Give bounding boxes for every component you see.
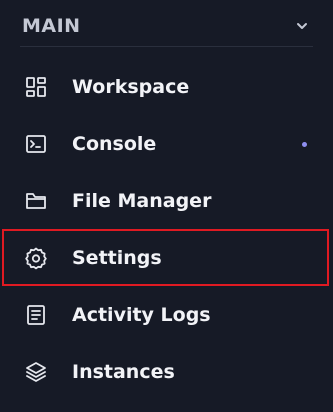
selection-highlight (2, 229, 329, 286)
folder-icon (24, 189, 48, 213)
sidebar-item-settings[interactable]: Settings (0, 229, 333, 286)
section-divider (20, 46, 313, 47)
gear-icon (24, 246, 48, 270)
sidebar: MAIN Workspace Console File Manager Sett… (0, 0, 333, 412)
sidebar-item-instances[interactable]: Instances (0, 343, 333, 400)
notification-dot (302, 141, 307, 147)
sidebar-item-label: Activity Logs (72, 303, 211, 326)
sidebar-item-file-manager[interactable]: File Manager (0, 172, 333, 229)
sidebar-item-label: Instances (72, 360, 175, 383)
sidebar-item-label: Console (72, 132, 157, 155)
sidebar-item-label: Workspace (72, 75, 190, 98)
sidebar-item-console[interactable]: Console (0, 115, 333, 172)
nav-list: Workspace Console File Manager Settings … (0, 58, 333, 400)
sidebar-item-workspace[interactable]: Workspace (0, 58, 333, 115)
section-header-main[interactable]: MAIN (0, 0, 333, 52)
sidebar-item-label: Settings (72, 246, 162, 269)
sidebar-item-label: File Manager (72, 189, 212, 212)
document-list-icon (24, 303, 48, 327)
dashboard-grid-icon (24, 75, 48, 99)
sidebar-item-activity-logs[interactable]: Activity Logs (0, 286, 333, 343)
terminal-icon (24, 132, 48, 156)
layers-icon (24, 360, 48, 384)
chevron-down-icon[interactable] (293, 17, 311, 35)
section-title: MAIN (22, 15, 81, 37)
